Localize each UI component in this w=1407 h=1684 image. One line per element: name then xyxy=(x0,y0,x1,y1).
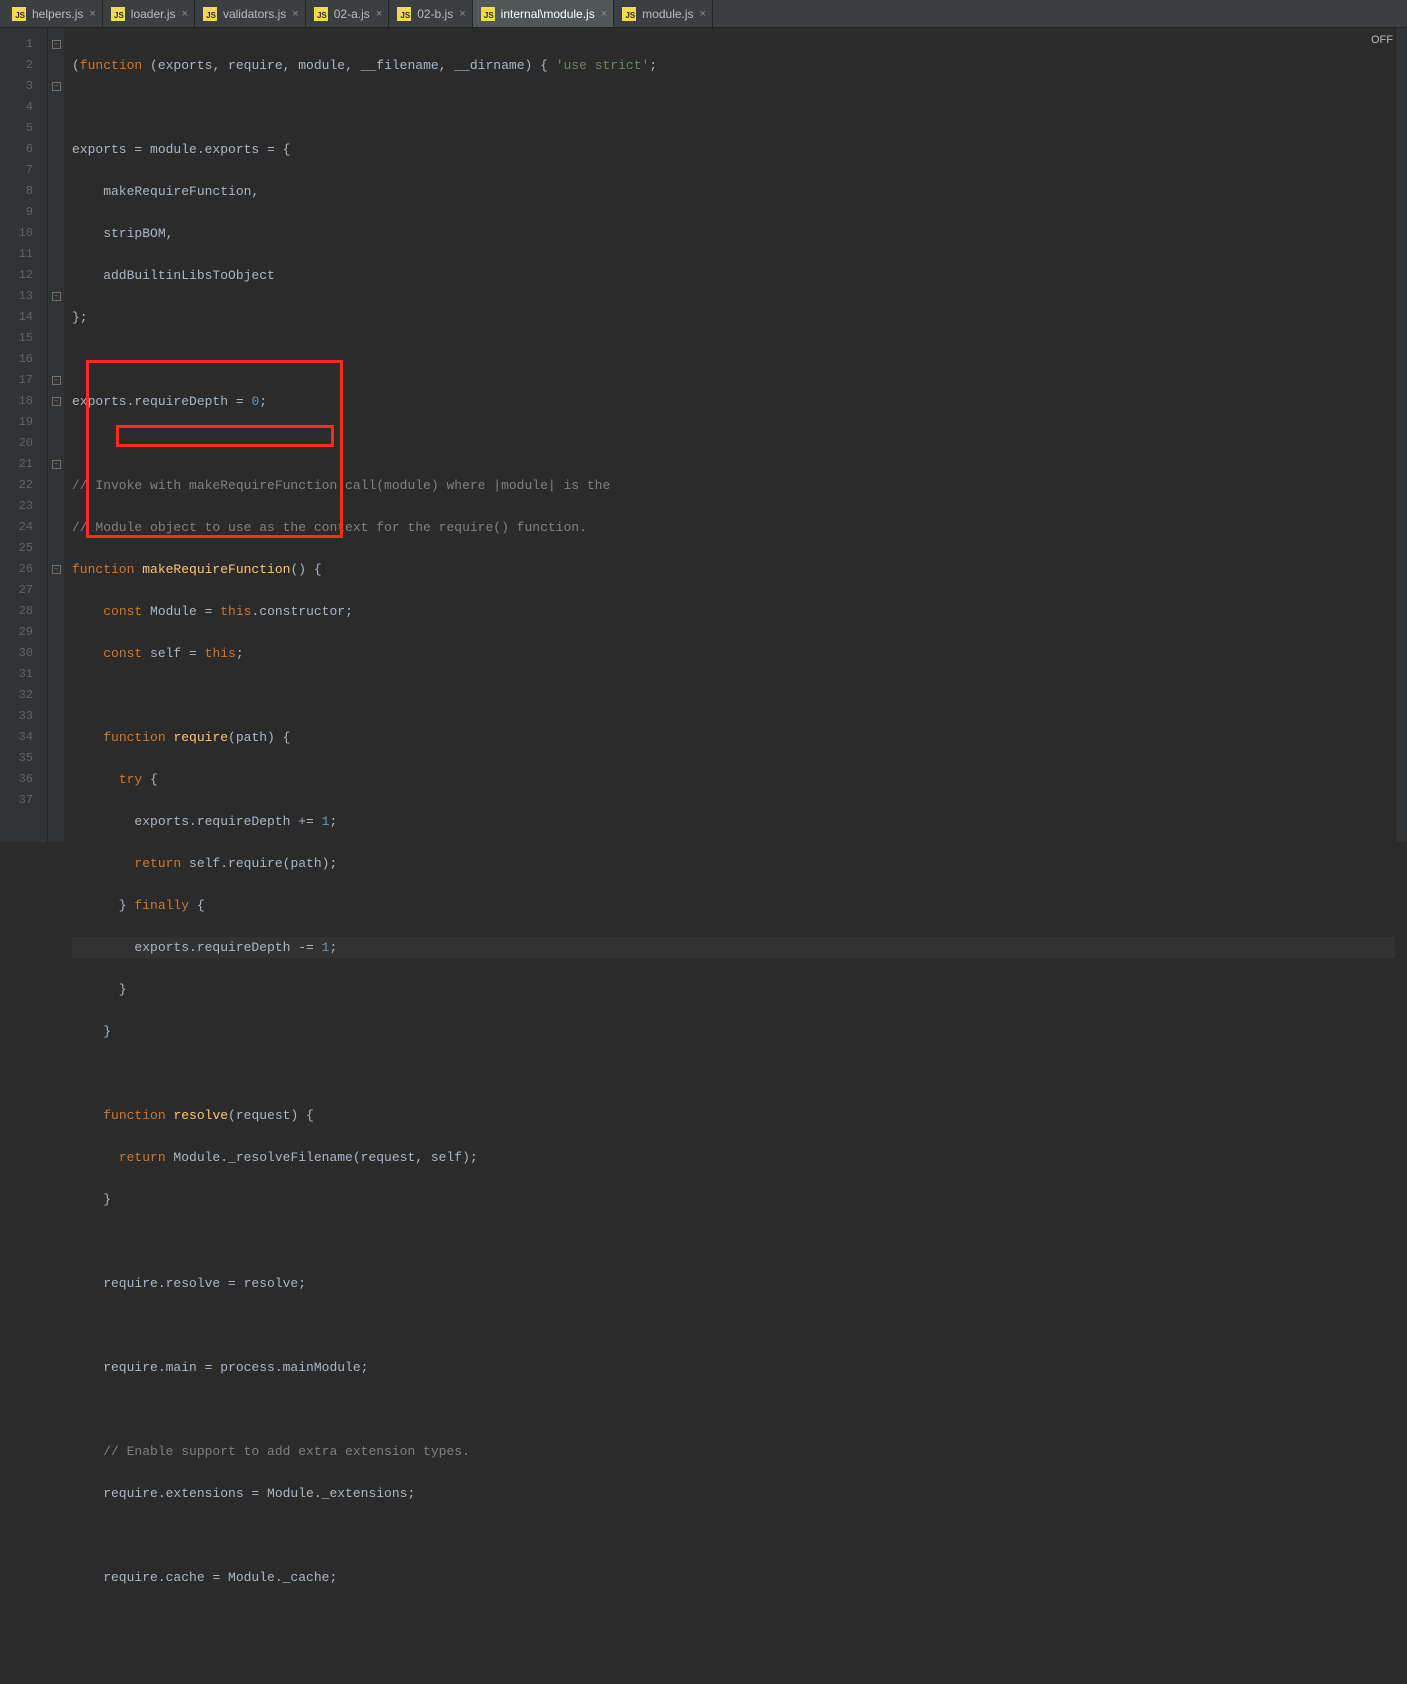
close-icon[interactable]: × xyxy=(459,8,465,20)
tab-validators[interactable]: JSvalidators.js× xyxy=(195,0,306,27)
close-icon[interactable]: × xyxy=(376,8,382,20)
fold-toggle[interactable]: − xyxy=(52,460,61,469)
tab-02b[interactable]: JS02-b.js× xyxy=(389,0,472,27)
js-file-icon: JS xyxy=(622,7,636,21)
js-file-icon: JS xyxy=(111,7,125,21)
js-file-icon: JS xyxy=(397,7,411,21)
code-area[interactable]: (function (exports, require, module, __f… xyxy=(64,28,1395,842)
close-icon[interactable]: × xyxy=(601,8,607,20)
fold-column: − − − − − − − xyxy=(48,28,64,842)
close-icon[interactable]: × xyxy=(182,8,188,20)
tab-loader[interactable]: JSloader.js× xyxy=(103,0,195,27)
fold-toggle[interactable]: − xyxy=(52,292,61,301)
code-editor[interactable]: 1234567891011121314151617181920212223242… xyxy=(0,28,1407,842)
fold-toggle[interactable]: − xyxy=(52,565,61,574)
tab-module[interactable]: JSmodule.js× xyxy=(614,0,713,27)
tab-bar: JShelpers.js× JSloader.js× JSvalidators.… xyxy=(0,0,1407,28)
js-file-icon: JS xyxy=(12,7,26,21)
js-file-icon: JS xyxy=(481,7,495,21)
close-icon[interactable]: × xyxy=(700,8,706,20)
js-file-icon: JS xyxy=(203,7,217,21)
fold-toggle[interactable]: − xyxy=(52,82,61,91)
marker-bar xyxy=(1395,28,1407,842)
fold-toggle[interactable]: − xyxy=(52,40,61,49)
line-number-gutter: 1234567891011121314151617181920212223242… xyxy=(0,28,48,842)
tab-helpers[interactable]: JShelpers.js× xyxy=(4,0,103,27)
fold-toggle[interactable]: − xyxy=(52,376,61,385)
tab-02a[interactable]: JS02-a.js× xyxy=(306,0,389,27)
inspection-status[interactable]: OFF xyxy=(1371,34,1393,46)
fold-toggle[interactable]: − xyxy=(52,397,61,406)
js-file-icon: JS xyxy=(314,7,328,21)
close-icon[interactable]: × xyxy=(292,8,298,20)
tab-internal-module[interactable]: JSinternal\module.js× xyxy=(473,0,615,27)
close-icon[interactable]: × xyxy=(89,8,95,20)
